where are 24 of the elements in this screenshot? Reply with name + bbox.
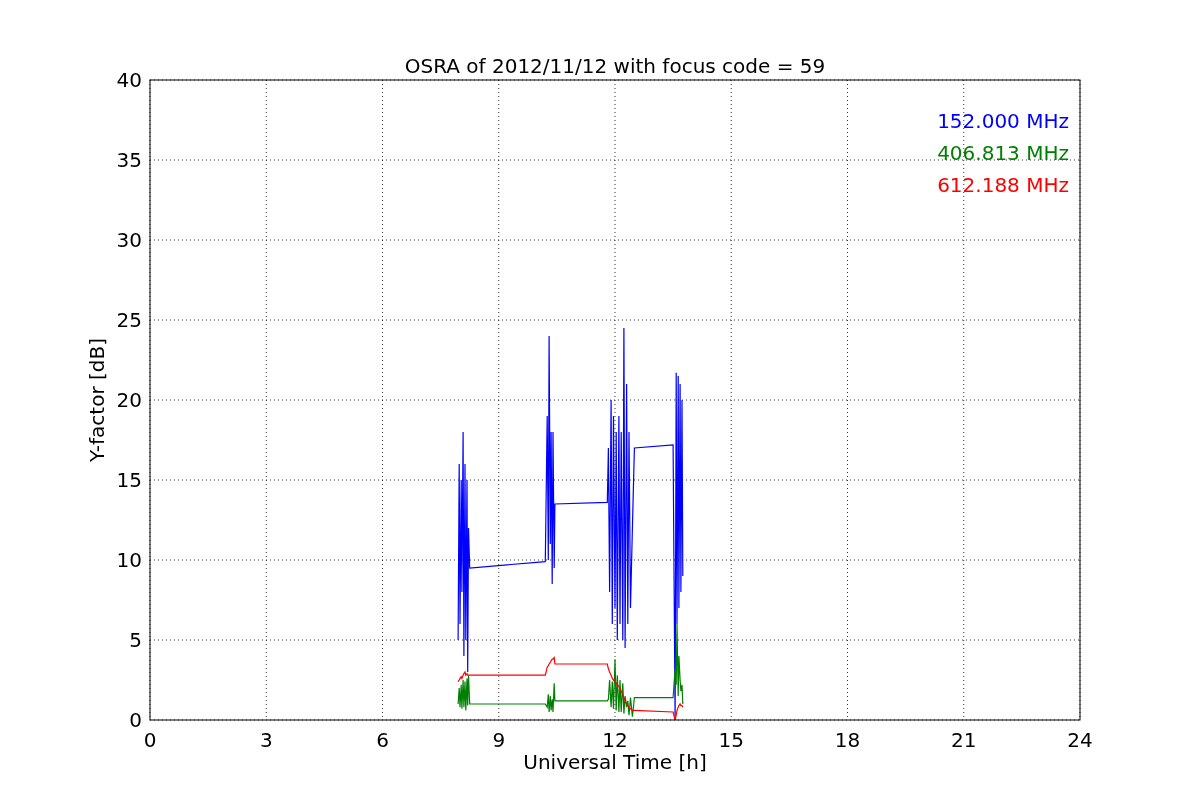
x-tick-label: 18 xyxy=(834,728,861,752)
x-axis-label: Universal Time [h] xyxy=(523,750,707,774)
x-tick-label: 9 xyxy=(492,728,506,752)
x-tick-label: 6 xyxy=(376,728,389,752)
x-tick-label: 12 xyxy=(602,728,628,752)
y-tick-label: 25 xyxy=(116,308,142,332)
y-tick-label: 30 xyxy=(116,228,142,252)
legend-label: 152.000 MHz xyxy=(937,109,1069,133)
y-tick-label: 10 xyxy=(116,548,142,572)
chart-title: OSRA of 2012/11/12 with focus code = 59 xyxy=(404,54,826,78)
legend-label: 612.188 MHz xyxy=(937,173,1069,197)
x-tick-label: 24 xyxy=(1067,728,1093,752)
x-tick-label: 3 xyxy=(259,728,273,752)
y-tick-label: 35 xyxy=(116,148,142,172)
y-tick-label: 20 xyxy=(116,388,142,412)
y-tick-label: 15 xyxy=(116,468,142,492)
x-tick-label: 15 xyxy=(718,728,744,752)
y-tick-label: 5 xyxy=(129,628,142,652)
legend-label: 406.813 MHz xyxy=(937,141,1069,165)
y-tick-label: 0 xyxy=(129,708,142,732)
x-tick-label: 21 xyxy=(951,728,977,752)
y-tick-label: 40 xyxy=(116,68,142,92)
y-axis-label: Y-factor [dB] xyxy=(85,338,109,462)
x-tick-label: 0 xyxy=(143,728,157,752)
